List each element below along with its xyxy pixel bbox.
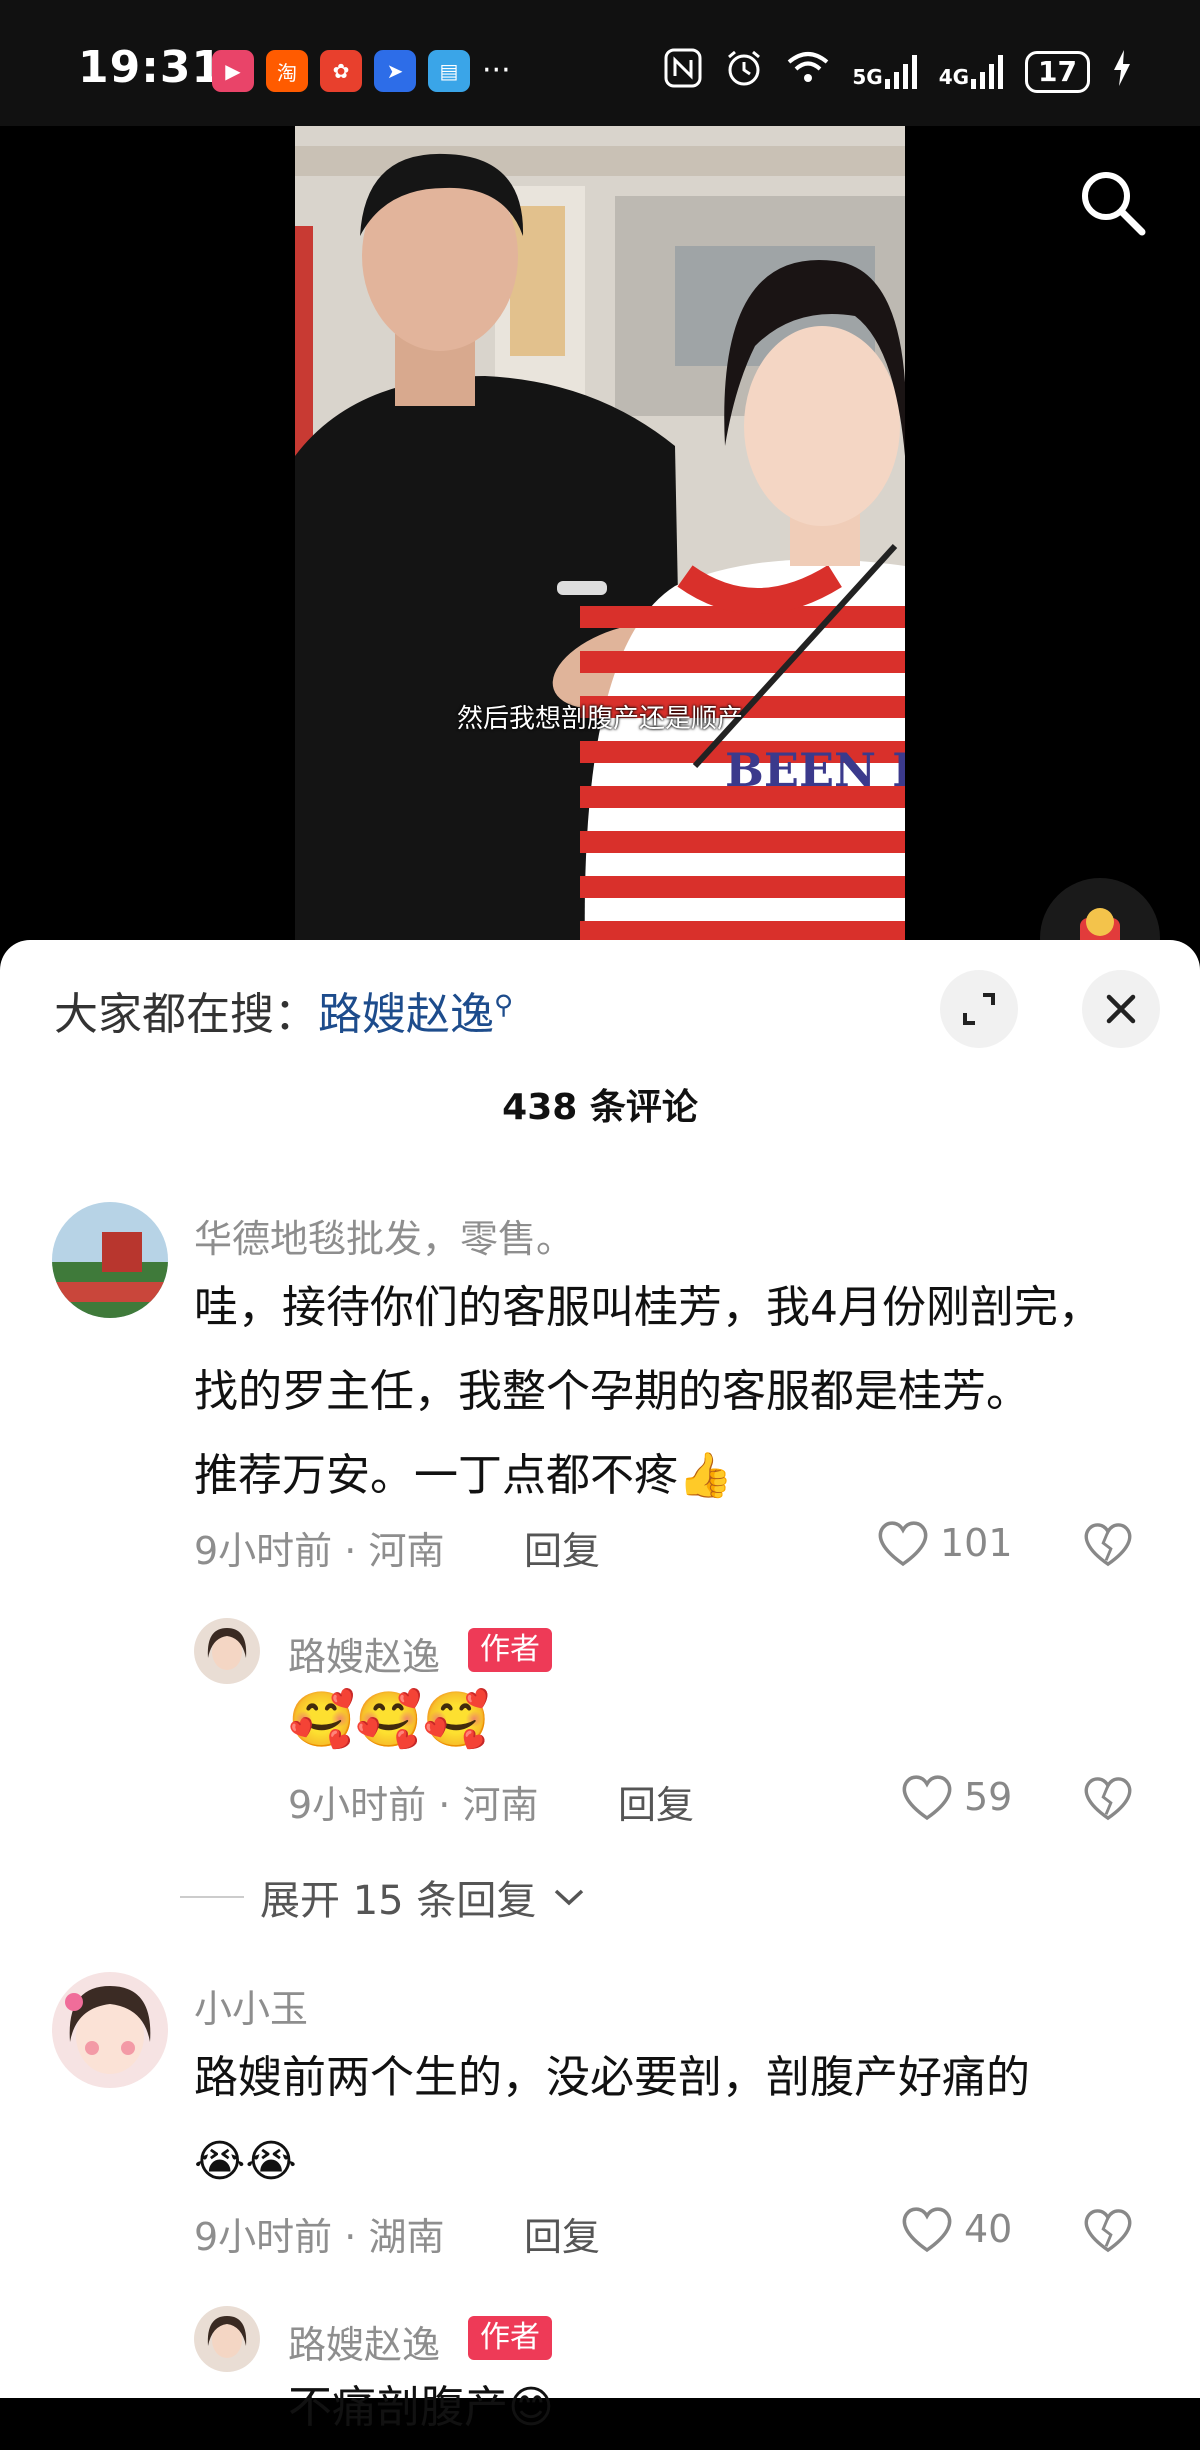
avatar[interactable] (52, 1202, 168, 1318)
heart-icon (902, 1775, 952, 1821)
reply-emojis: 🥰🥰🥰 (288, 1688, 490, 1751)
avatar[interactable] (194, 2306, 260, 2372)
more-notifications-icon: ··· (482, 53, 511, 88)
status-time: 19:31 (78, 42, 224, 93)
heart-icon (902, 2207, 952, 2253)
reply-time: 9小时前 (288, 1783, 427, 1827)
like-count: 40 (964, 2207, 1013, 2251)
reply-meta: 9小时前 · 河南 (288, 1783, 539, 1827)
comment-text-line: 路嫂前两个生的，没必要剖，剖腹产好痛的 (194, 2052, 1030, 2103)
dislike-button[interactable] (1082, 1774, 1134, 1822)
like-count: 101 (940, 1521, 1013, 1565)
close-icon (1106, 994, 1136, 1024)
author-badge: 作者 (468, 2316, 552, 2360)
status-bar: 19:31 ▶ 淘 ✿ ➤ ▤ ··· 5G 4G 17 (0, 0, 1200, 126)
expand-icon (963, 993, 995, 1025)
search-icon[interactable] (1076, 166, 1148, 238)
status-right: 5G 4G 17 (664, 48, 1132, 95)
expand-replies-button[interactable]: 展开 15 条回复 (180, 1868, 586, 1926)
alarm-icon (724, 48, 764, 95)
hot-search-bar[interactable]: 大家都在搜：路嫂赵逸⚲ (54, 978, 513, 1042)
comment-meta: 9小时前 · 河南 (194, 1529, 445, 1573)
wifi-icon (786, 50, 830, 93)
author-badge: 作者 (468, 1628, 552, 1672)
like-button[interactable]: 101 (876, 1518, 1013, 1568)
reader-icon: ▤ (428, 50, 470, 92)
avatar[interactable] (194, 1618, 260, 1684)
feishu-icon: ➤ (374, 50, 416, 92)
comment-time: 9小时前 (194, 2215, 333, 2259)
video-frame[interactable]: BEEN IA 然后我想剖腹产还是顺产 (295, 126, 905, 948)
comment-text-line: 哇，接待你们的客服叫桂芳，我4月份刚剖完， (194, 1282, 1102, 1333)
comment-text-line: 找的罗主任，我整个孕期的客服都是桂芳。 (194, 1366, 1030, 1417)
comment-username[interactable]: 小小玉 (194, 1978, 308, 2033)
comment-sheet: 大家都在搜：路嫂赵逸⚲ 438 条评论 华德地毯批发，零售。 哇，接待你们的客服… (0, 940, 1200, 2433)
dislike-button[interactable] (1082, 1520, 1134, 1568)
dislike-button[interactable] (1082, 2206, 1134, 2254)
avatar[interactable] (52, 1972, 168, 2088)
chevron-down-icon (555, 1889, 584, 1906)
keyword-search-icon: ⚲ (494, 990, 514, 1021)
expand-replies-label: 展开 15 条回复 (260, 1878, 537, 1924)
comment-username[interactable]: 华德地毯批发，零售。 (194, 1208, 574, 1263)
video-still-image: BEEN IA (295, 126, 905, 948)
broken-heart-icon (1084, 2209, 1132, 2253)
comment-text-line: 😭😭 (194, 2136, 297, 2187)
notification-app-icons: ▶ 淘 ✿ ➤ ▤ ··· (212, 50, 511, 92)
game-app-icon: ✿ (320, 50, 362, 92)
video-subtitle: 然后我想剖腹产还是顺产 (456, 704, 743, 734)
battery-indicator: 17 (1025, 50, 1090, 93)
comment-count: 438 条评论 (502, 1087, 698, 1128)
like-count: 59 (964, 1775, 1013, 1819)
reply-button[interactable]: 回复 (618, 1774, 694, 1829)
hot-search-keyword[interactable]: 路嫂赵逸 (318, 989, 494, 1040)
comment-location: 湖南 (368, 2215, 445, 2259)
reply-username[interactable]: 路嫂赵逸 (288, 2314, 440, 2369)
network-5g-label: 5G (852, 64, 883, 89)
comment-time: 9小时前 (194, 1529, 333, 1573)
taobao-icon: 淘 (266, 50, 308, 92)
video-app-icon: ▶ (212, 50, 254, 92)
nfc-icon (664, 48, 702, 95)
reply-button[interactable]: 回复 (524, 1520, 600, 1575)
heart-icon (878, 1521, 928, 1567)
svg-text:BEEN IA: BEEN IA (725, 743, 905, 797)
charging-icon (1112, 50, 1132, 93)
close-sheet-button[interactable] (1082, 970, 1160, 1048)
broken-heart-icon (1084, 1523, 1132, 1567)
broken-heart-icon (1084, 1777, 1132, 1821)
signal-5g: 5G (852, 54, 917, 89)
expand-sheet-button[interactable] (940, 970, 1018, 1048)
reply-username[interactable]: 路嫂赵逸 (288, 1626, 440, 1681)
video-player[interactable]: BEEN IA 然后我想剖腹产还是顺产 (0, 126, 1200, 998)
expand-divider (180, 1896, 244, 1898)
like-button[interactable]: 59 (900, 1772, 1012, 1822)
network-4g-label: 4G (938, 64, 970, 89)
comment-text-line: 推荐万安。一丁点都不疼👍 (194, 1450, 733, 1501)
reply-button[interactable]: 回复 (524, 2206, 600, 2261)
like-button[interactable]: 40 (900, 2204, 1012, 2254)
comment-location: 河南 (368, 1529, 445, 1573)
signal-4g: 4G (938, 54, 1004, 89)
reply-location: 河南 (462, 1783, 539, 1827)
reply-text: 不痛剖腹产😊 (288, 2382, 554, 2433)
comment-text: 路嫂前两个生的，没必要剖，剖腹产好痛的 😭😭 (194, 2036, 1030, 2204)
comment-text: 哇，接待你们的客服叫桂芳，我4月份刚剖完， 找的罗主任，我整个孕期的客服都是桂芳… (194, 1266, 1102, 1518)
comment-meta: 9小时前 · 湖南 (194, 2215, 445, 2259)
hot-search-label: 大家都在搜： (54, 989, 318, 1040)
